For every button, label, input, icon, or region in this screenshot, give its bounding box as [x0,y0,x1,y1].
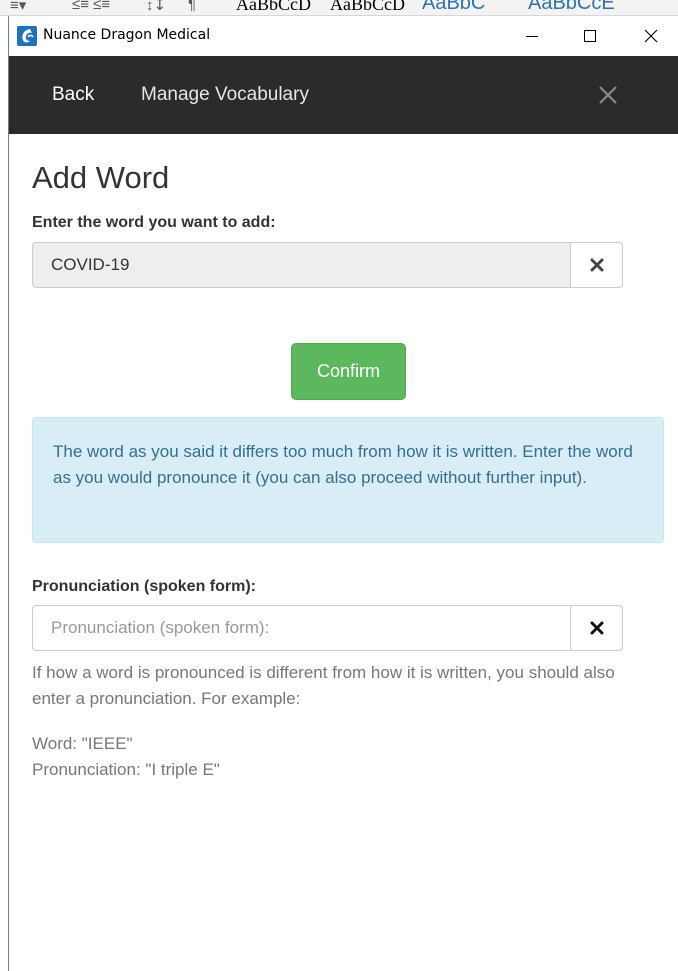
style-sample: AaBbCcE [528,0,615,14]
confirm-button[interactable]: Confirm [291,343,406,400]
page-title: Add Word [32,160,170,195]
example-pronunciation-line: Pronunciation: "I triple E" [32,760,220,779]
style-sample: AaBbC [422,0,490,14]
ribbon-fragment: ¶ [188,0,197,13]
style-sample: AaBbCcD [330,0,409,14]
minimize-button[interactable] [504,16,560,56]
background-app-ribbon: ≡▾ ≤≡ ≤≡ ↕↧ ¶ AaBbCcD AaBbCcD AaBbC AaBb… [0,0,678,16]
maximize-button[interactable] [562,16,618,56]
pronunciation-example: Word: "IEEE" Pronunciation: "I triple E" [32,731,220,783]
pronunciation-help-text: If how a word is pronounced is different… [32,663,615,708]
dragon-medical-window: Nuance Dragon Medical Back Manage Vocabu… [8,16,678,971]
window-close-icon [644,29,658,43]
style-sample: AaBbCcD [236,0,315,14]
ribbon-fragment: ↕↧ [146,0,167,14]
nav-bar: Back Manage Vocabulary [9,56,678,134]
manage-vocabulary-link[interactable]: Manage Vocabulary [141,84,309,106]
word-input[interactable] [32,242,570,288]
word-input-group [32,242,623,288]
ribbon-fragment: ≡▾ [10,0,27,14]
pronunciation-info-alert: The word as you said it differs too much… [32,417,664,543]
ribbon-fragment: ≤≡ ≤≡ [72,0,111,13]
clear-pronunciation-button[interactable] [570,605,623,651]
minimize-icon [526,36,538,37]
maximize-icon [584,30,596,42]
title-bar[interactable]: Nuance Dragon Medical [9,16,678,56]
clear-word-button[interactable] [570,242,623,288]
window-title: Nuance Dragon Medical [43,27,211,43]
example-word-line: Word: "IEEE" [32,734,133,753]
window-close-button[interactable] [623,16,678,56]
back-link[interactable]: Back [52,84,94,106]
word-field-label: Enter the word you want to add: [32,214,276,231]
pronunciation-input-group [32,605,623,651]
pronunciation-field-label: Pronunciation (spoken form): [32,578,256,595]
dragon-logo-icon [17,26,37,46]
clear-x-icon [590,621,603,635]
clear-x-icon [590,258,603,272]
pronunciation-input[interactable] [32,605,570,651]
close-icon[interactable] [595,82,621,108]
add-word-panel: Add Word Enter the word you want to add:… [9,134,678,971]
